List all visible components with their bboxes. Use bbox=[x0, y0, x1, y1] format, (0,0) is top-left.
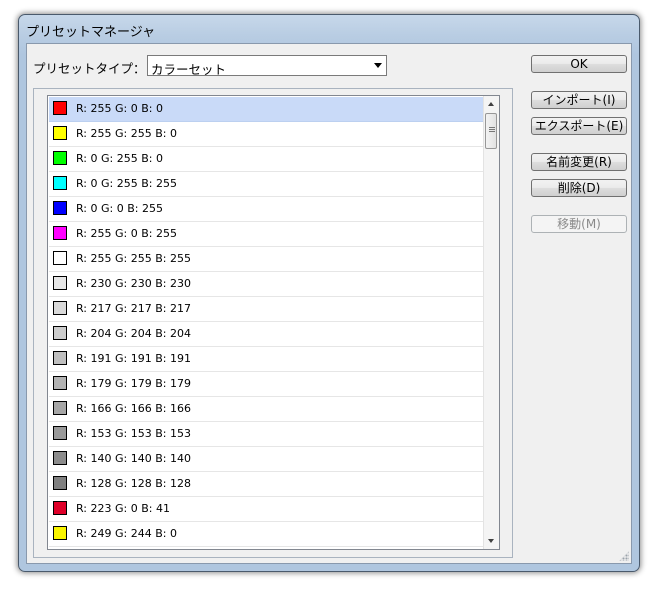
color-swatch bbox=[53, 301, 67, 315]
list-item[interactable]: R: 0 G: 255 B: 255 bbox=[49, 172, 484, 197]
color-swatch bbox=[53, 151, 67, 165]
grip-icon bbox=[489, 127, 495, 128]
color-label: R: 0 G: 0 B: 255 bbox=[76, 202, 163, 215]
color-swatch bbox=[53, 251, 67, 265]
list-item[interactable]: R: 204 G: 204 B: 204 bbox=[49, 322, 484, 347]
scroll-up-arrow-icon[interactable] bbox=[484, 96, 499, 112]
dialog-body: プリセットタイプ： カラーセット R: 255 G: 0 B: 0 R: 255 … bbox=[26, 43, 632, 564]
window-title: プリセットマネージャ bbox=[26, 25, 156, 40]
list-item[interactable]: R: 0 G: 255 B: 0 bbox=[49, 147, 484, 172]
move-button: 移動(M) bbox=[531, 215, 627, 233]
color-swatch bbox=[53, 101, 67, 115]
color-label: R: 128 G: 128 B: 128 bbox=[76, 477, 191, 490]
color-label: R: 166 G: 166 B: 166 bbox=[76, 402, 191, 415]
list-item[interactable]: R: 255 G: 0 B: 0 bbox=[49, 97, 484, 122]
chevron-down-icon bbox=[374, 63, 382, 68]
scroll-down-arrow-icon[interactable] bbox=[484, 533, 499, 549]
color-swatch bbox=[53, 351, 67, 365]
scroll-thumb[interactable] bbox=[485, 113, 497, 149]
color-label: R: 255 G: 0 B: 0 bbox=[76, 102, 163, 115]
rename-button[interactable]: 名前変更(R) bbox=[531, 153, 627, 171]
color-label: R: 255 G: 255 B: 0 bbox=[76, 127, 177, 140]
color-swatch bbox=[53, 451, 67, 465]
preset-type-value: カラーセット bbox=[151, 62, 227, 77]
list-item[interactable]: R: 0 G: 0 B: 255 bbox=[49, 197, 484, 222]
color-swatch bbox=[53, 201, 67, 215]
color-label: R: 179 G: 179 B: 179 bbox=[76, 377, 191, 390]
color-swatch bbox=[53, 401, 67, 415]
color-rows: R: 255 G: 0 B: 0 R: 255 G: 255 B: 0 R: 0 G… bbox=[49, 97, 484, 547]
resize-grip-icon[interactable] bbox=[619, 551, 629, 561]
import-button[interactable]: インポート(I) bbox=[531, 91, 627, 109]
list-item[interactable]: R: 128 G: 128 B: 128 bbox=[49, 472, 484, 497]
preset-list-frame: R: 255 G: 0 B: 0 R: 255 G: 255 B: 0 R: 0 G… bbox=[33, 88, 513, 558]
list-item[interactable]: R: 230 G: 230 B: 230 bbox=[49, 272, 484, 297]
preset-type-label: プリセットタイプ： bbox=[33, 61, 146, 76]
export-button[interactable]: エクスポート(E) bbox=[531, 117, 627, 135]
list-item[interactable]: R: 179 G: 179 B: 179 bbox=[49, 372, 484, 397]
color-label: R: 0 G: 255 B: 0 bbox=[76, 152, 163, 165]
color-label: R: 191 G: 191 B: 191 bbox=[76, 352, 191, 365]
list-item[interactable]: R: 223 G: 0 B: 41 bbox=[49, 497, 484, 522]
color-swatch bbox=[53, 426, 67, 440]
color-swatch bbox=[53, 376, 67, 390]
list-item[interactable]: R: 191 G: 191 B: 191 bbox=[49, 347, 484, 372]
color-label: R: 217 G: 217 B: 217 bbox=[76, 302, 191, 315]
color-label: R: 140 G: 140 B: 140 bbox=[76, 452, 191, 465]
delete-button[interactable]: 削除(D) bbox=[531, 179, 627, 197]
color-preset-list[interactable]: R: 255 G: 0 B: 0 R: 255 G: 255 B: 0 R: 0 G… bbox=[47, 95, 500, 550]
list-item[interactable]: R: 153 G: 153 B: 153 bbox=[49, 422, 484, 447]
color-label: R: 230 G: 230 B: 230 bbox=[76, 277, 191, 290]
ok-button[interactable]: OK bbox=[531, 55, 627, 73]
color-swatch bbox=[53, 526, 67, 540]
color-label: R: 223 G: 0 B: 41 bbox=[76, 502, 170, 515]
color-swatch bbox=[53, 226, 67, 240]
color-swatch bbox=[53, 126, 67, 140]
color-swatch bbox=[53, 176, 67, 190]
color-swatch bbox=[53, 276, 67, 290]
list-item[interactable]: R: 249 G: 244 B: 0 bbox=[49, 522, 484, 547]
color-label: R: 255 G: 0 B: 255 bbox=[76, 227, 177, 240]
color-swatch bbox=[53, 326, 67, 340]
color-label: R: 153 G: 153 B: 153 bbox=[76, 427, 191, 440]
color-swatch bbox=[53, 501, 67, 515]
list-item[interactable]: R: 255 G: 255 B: 255 bbox=[49, 247, 484, 272]
list-item[interactable]: R: 255 G: 255 B: 0 bbox=[49, 122, 484, 147]
list-item[interactable]: R: 166 G: 166 B: 166 bbox=[49, 397, 484, 422]
title-bar[interactable]: プリセットマネージャ bbox=[19, 15, 639, 41]
color-label: R: 249 G: 244 B: 0 bbox=[76, 527, 177, 540]
color-label: R: 0 G: 255 B: 255 bbox=[76, 177, 177, 190]
preset-manager-window: プリセットマネージャ プリセットタイプ： カラーセット R: 255 G: 0 … bbox=[18, 14, 640, 572]
list-scrollbar[interactable] bbox=[483, 96, 499, 549]
color-swatch bbox=[53, 476, 67, 490]
list-item[interactable]: R: 140 G: 140 B: 140 bbox=[49, 447, 484, 472]
preset-type-dropdown[interactable]: カラーセット bbox=[147, 55, 387, 77]
list-item[interactable]: R: 255 G: 0 B: 255 bbox=[49, 222, 484, 247]
color-label: R: 255 G: 255 B: 255 bbox=[76, 252, 191, 265]
color-label: R: 204 G: 204 B: 204 bbox=[76, 327, 191, 340]
list-item[interactable]: R: 217 G: 217 B: 217 bbox=[49, 297, 484, 322]
